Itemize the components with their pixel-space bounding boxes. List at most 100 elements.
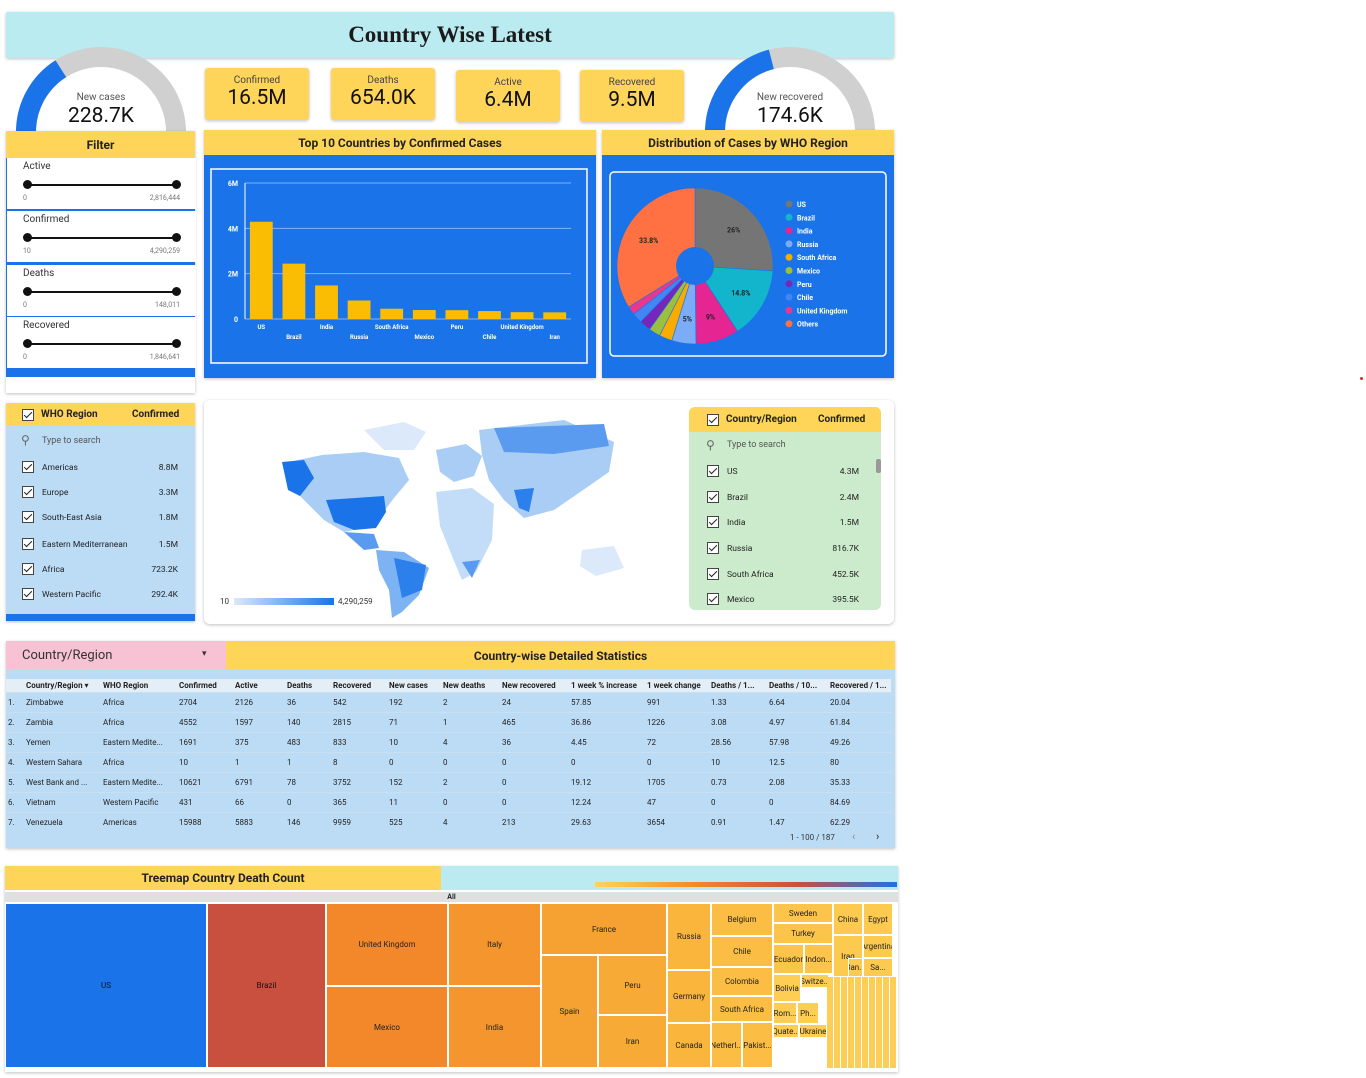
list-item[interactable]: Western Pacific 292.4K — [6, 582, 195, 607]
deaths-slider-max-handle[interactable] — [172, 287, 181, 296]
list-item[interactable]: US 4.3M — [689, 459, 881, 484]
table-row[interactable]: 3. Yemen Eastern Medite... 1691 375 483 833 10 4… — [6, 731, 891, 752]
treemap-tile[interactable]: Switze... — [801, 974, 829, 988]
col-new-deaths[interactable]: New deaths — [441, 679, 500, 692]
checkbox[interactable] — [22, 588, 34, 600]
treemap-tile[interactable]: Colombia — [711, 967, 773, 996]
checkbox[interactable] — [707, 491, 719, 503]
table-row[interactable]: 1. Zimbabwe Africa 2704 2126 36 542 192 2 24 57.85… — [6, 691, 891, 712]
treemap-tile[interactable]: Rom... — [773, 1002, 797, 1024]
treemap-tile[interactable]: Russia — [667, 903, 711, 970]
treemap-tile[interactable]: Sa... — [863, 958, 893, 977]
recovered-slider[interactable]: Recovered 0 1,846,641 — [7, 317, 196, 368]
table-row[interactable]: 7. Venezuela Americas 15988 5883 146 9959 525 4 2… — [6, 811, 891, 832]
treemap-tile[interactable]: United Kingdom — [326, 903, 448, 986]
confirmed-slider-min-handle[interactable] — [23, 233, 32, 242]
checkbox[interactable] — [22, 563, 34, 575]
map-mexico[interactable] — [344, 532, 379, 550]
legend-label[interactable]: United Kingdom — [797, 307, 847, 315]
checkbox[interactable] — [707, 593, 719, 605]
legend-label[interactable]: Chile — [797, 294, 813, 302]
deaths-slider[interactable]: Deaths 0 148,011 — [7, 265, 196, 316]
legend-label[interactable]: Peru — [797, 281, 812, 289]
who-search-placeholder[interactable]: Type to search — [42, 436, 101, 446]
col-confirmed[interactable]: Confirmed — [177, 679, 233, 692]
who-search[interactable]: ⚲ Type to search — [6, 427, 195, 455]
col-deaths[interactable]: Deaths — [285, 679, 331, 692]
treemap-tile[interactable]: Brazil — [207, 903, 326, 1068]
legend-label[interactable]: US — [797, 201, 807, 209]
country-region-dropdown[interactable]: Country/Region ▾ — [6, 641, 226, 670]
checkbox[interactable] — [22, 511, 34, 523]
treemap-tile[interactable]: Mexico — [326, 986, 448, 1068]
next-page-icon[interactable]: › — [876, 830, 879, 843]
deaths-slider-min-handle[interactable] — [23, 287, 32, 296]
bar[interactable] — [249, 221, 273, 319]
list-item[interactable]: Americas 8.8M — [6, 455, 195, 480]
col-recovered[interactable]: Recovered — [331, 679, 387, 692]
checkbox[interactable] — [707, 568, 719, 580]
col-deaths-per-100-cases[interactable]: Deaths / 1... — [709, 679, 767, 692]
recovered-slider-max-handle[interactable] — [172, 339, 181, 348]
active-slider-min-handle[interactable] — [23, 180, 32, 189]
treemap-tile[interactable]: India — [448, 986, 541, 1068]
treemap-tile[interactable]: Italy — [448, 903, 541, 986]
checkbox[interactable] — [22, 461, 34, 473]
country-list-scrollbar[interactable] — [876, 459, 881, 473]
list-item[interactable]: Mexico 395.5K — [689, 587, 881, 610]
bar[interactable] — [510, 312, 534, 319]
active-slider[interactable]: Active 0 2,816,444 — [7, 158, 196, 209]
table-row[interactable]: 5. West Bank and ... Eastern Medite... 1062… — [6, 771, 891, 792]
confirmed-slider-track[interactable] — [26, 237, 176, 239]
treemap-tile[interactable]: Canada — [667, 1023, 711, 1068]
treemap-small-tiles[interactable] — [827, 977, 897, 1068]
treemap-tile[interactable]: Bolivia — [773, 974, 801, 1002]
col-week-change[interactable]: 1 week change — [645, 679, 709, 692]
bar[interactable] — [478, 311, 501, 319]
deaths-slider-track[interactable] — [26, 291, 176, 293]
col-country[interactable]: Country/Region ▾ — [24, 679, 101, 692]
country-select-all-checkbox[interactable] — [707, 414, 719, 426]
col-active[interactable]: Active — [233, 679, 285, 692]
legend-label[interactable]: South Africa — [797, 254, 836, 262]
list-item[interactable]: South Africa 452.5K — [689, 562, 881, 587]
col-recovered-per-100[interactable]: Recovered / 1... — [828, 679, 891, 692]
prev-page-icon[interactable]: ‹ — [852, 830, 855, 843]
list-item[interactable]: India 1.5M — [689, 510, 881, 535]
bar[interactable] — [445, 310, 469, 319]
treemap-tile[interactable]: South Africa — [711, 996, 773, 1022]
treemap-tile[interactable]: Netherl... — [711, 1022, 742, 1068]
treemap-tile[interactable]: Quate... — [773, 1024, 799, 1038]
list-item[interactable]: Eastern Mediterranean 1.5M — [6, 532, 195, 557]
bar[interactable] — [347, 300, 371, 319]
treemap-tile[interactable]: Ukraine — [799, 1024, 827, 1038]
world-map[interactable] — [204, 400, 684, 620]
legend-label[interactable]: India — [797, 228, 813, 236]
treemap-tile[interactable]: Ban... — [848, 958, 863, 977]
treemap-tile[interactable]: Indon... — [804, 944, 833, 974]
recovered-slider-track[interactable] — [26, 343, 176, 345]
treemap-tile[interactable]: China — [833, 903, 863, 935]
map-australia[interactable] — [580, 546, 624, 576]
col-week-pct[interactable]: 1 week % increase — [569, 679, 645, 692]
treemap-tile[interactable]: US — [5, 903, 207, 1068]
table-row[interactable]: 2. Zambia Africa 4552 1597 140 2815 71 1 465 36.86… — [6, 711, 891, 732]
checkbox[interactable] — [22, 538, 34, 550]
legend-label[interactable]: Others — [797, 321, 818, 329]
treemap-tile[interactable]: Germany — [667, 970, 711, 1023]
col-new-recovered[interactable]: New recovered — [500, 679, 569, 692]
country-search-placeholder[interactable]: Type to search — [727, 440, 786, 450]
checkbox[interactable] — [707, 516, 719, 528]
legend-label[interactable]: Brazil — [797, 214, 815, 222]
bar[interactable] — [282, 263, 306, 319]
treemap-tile[interactable]: Chile — [711, 936, 773, 967]
recovered-slider-min-handle[interactable] — [23, 339, 32, 348]
list-item[interactable]: Africa 723.2K — [6, 557, 195, 582]
bar[interactable] — [543, 312, 567, 319]
list-item[interactable]: Brazil 2.4M — [689, 485, 881, 510]
who-select-all-checkbox[interactable] — [22, 409, 34, 421]
map-europe[interactable] — [436, 444, 482, 482]
treemap-tile[interactable]: Turkey — [773, 923, 833, 944]
treemap-tile[interactable]: Belgium — [711, 903, 773, 936]
treemap-tile[interactable]: Egypt — [863, 903, 893, 935]
